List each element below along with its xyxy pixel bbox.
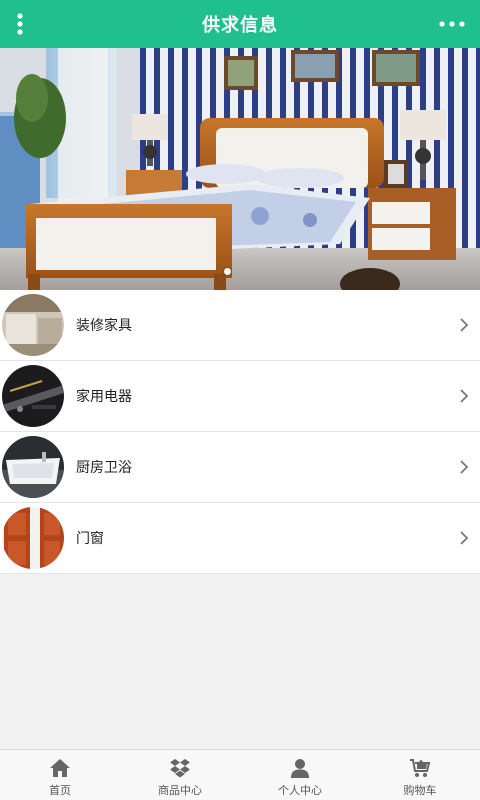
bedroom-bed-photo [0, 48, 480, 290]
list-item-kitchen-bath[interactable]: 厨房卫浴 [0, 432, 480, 503]
list-item-furniture[interactable]: 装修家具 [0, 290, 480, 361]
home-icon [50, 759, 70, 777]
door-thumb [2, 507, 64, 569]
nav-label: 首页 [49, 784, 71, 797]
category-label: 装修家具 [76, 318, 132, 334]
user-icon [291, 759, 309, 778]
furniture-thumb [2, 294, 64, 356]
bathtub-thumb [2, 436, 64, 498]
app-header: 供求信息 [0, 0, 480, 48]
category-label: 门窗 [76, 531, 104, 547]
cart-icon [410, 759, 431, 777]
category-list: 装修家具 家用电器 厨房卫浴 门窗 [0, 290, 480, 574]
banner-carousel[interactable] [0, 48, 480, 290]
category-label: 厨房卫浴 [76, 460, 132, 476]
bottom-nav: 首页 商品中心 个人中心 购物车 [0, 749, 480, 800]
carousel-indicator-dot[interactable] [224, 268, 231, 275]
menu-button[interactable] [0, 0, 40, 48]
chevron-right-icon [460, 460, 469, 474]
vertical-dots-icon [17, 13, 23, 35]
dropbox-icon [170, 759, 190, 778]
nav-label: 购物车 [403, 784, 437, 797]
nav-label: 商品中心 [158, 784, 202, 797]
nav-label: 个人中心 [278, 784, 322, 797]
horizontal-dots-icon [439, 21, 465, 27]
list-item-appliances[interactable]: 家用电器 [0, 361, 480, 432]
category-label: 家用电器 [76, 389, 132, 405]
nav-cart[interactable]: 购物车 [360, 750, 480, 800]
nav-home[interactable]: 首页 [0, 750, 120, 800]
nav-products[interactable]: 商品中心 [120, 750, 240, 800]
chevron-right-icon [460, 531, 469, 545]
page-title: 供求信息 [202, 15, 278, 36]
more-button[interactable] [424, 0, 480, 48]
appliance-thumb [2, 365, 64, 427]
list-item-doors-windows[interactable]: 门窗 [0, 503, 480, 574]
chevron-right-icon [460, 389, 469, 403]
nav-profile[interactable]: 个人中心 [240, 750, 360, 800]
chevron-right-icon [460, 318, 469, 332]
